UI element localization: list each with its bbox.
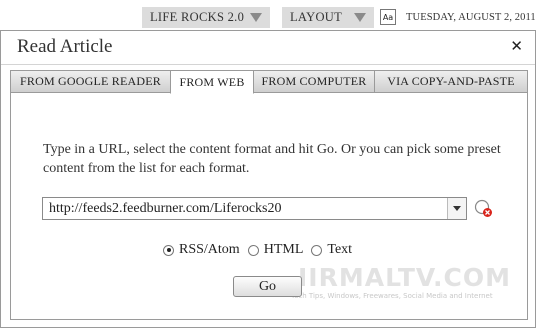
top-toolbar: LIFE ROCKS 2.0 LAYOUT Aa TUESDAY, AUGUST… [0,0,536,30]
url-input[interactable] [43,198,447,219]
url-combobox[interactable] [42,197,467,220]
go-button[interactable]: Go [233,276,302,297]
theme-dropdown-label: LIFE ROCKS 2.0 [150,10,245,24]
format-rss-atom-label: RSS/Atom [179,242,240,257]
dialog-title: Read Article [17,36,113,57]
tab-from-google-reader[interactable]: FROM GOOGLE READER [10,70,171,93]
theme-dropdown[interactable]: LIFE ROCKS 2.0 [142,7,270,28]
radio-unselected-icon[interactable] [311,244,323,256]
layout-dropdown[interactable]: LAYOUT [282,7,374,28]
format-text[interactable]: Text [311,242,352,258]
format-html[interactable]: HTML [247,242,304,258]
format-text-label: Text [327,242,353,257]
chevron-down-icon [250,13,262,22]
clear-url-icon[interactable] [474,199,494,219]
tab-bar: FROM GOOGLE READER FROM WEB FROM COMPUTE… [10,70,528,94]
watermark-tagline: Tech Tips, Windows, Freewares, Social Me… [291,292,493,300]
chevron-down-icon [354,13,366,22]
instructions-text: Type in a URL, select the content format… [43,142,501,176]
layout-dropdown-label: LAYOUT [290,10,343,24]
date-label: TUESDAY, AUGUST 2, 2011 [406,12,536,23]
format-rss-atom[interactable]: RSS/Atom [163,242,240,258]
format-radio-group: RSS/Atom HTML Text [163,241,360,259]
radio-selected-icon[interactable] [163,244,174,256]
title-divider [1,64,535,65]
close-icon[interactable]: ✕ [510,37,523,55]
text-size-button[interactable]: Aa [380,9,396,25]
tab-from-web[interactable]: FROM WEB [170,70,254,94]
tab-via-copy-and-paste[interactable]: VIA COPY-AND-PASTE [374,70,528,93]
format-html-label: HTML [263,242,304,257]
url-dropdown-button[interactable] [447,198,466,219]
tab-from-computer[interactable]: FROM COMPUTER [253,70,375,93]
watermark-text: IIRMALTV.COM [298,263,512,292]
radio-unselected-icon[interactable] [247,244,259,256]
